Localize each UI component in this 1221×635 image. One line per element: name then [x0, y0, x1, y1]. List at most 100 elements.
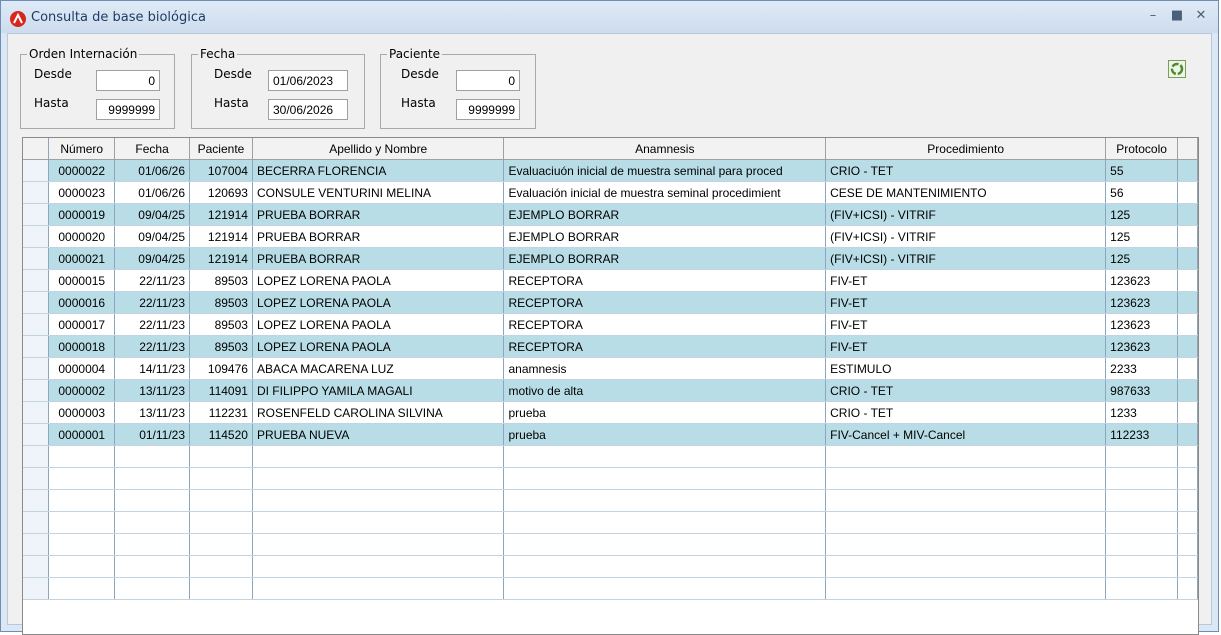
table-row[interactable]: 0000004 14/11/23 109476 ABACA MACARENA LUZ a… [23, 357, 1198, 380]
row-selector[interactable] [23, 225, 50, 248]
col-paciente[interactable]: Paciente [189, 138, 253, 160]
empty-cell [114, 467, 191, 490]
row-selector[interactable] [23, 577, 50, 600]
table-cell: PRUEBA BORRAR [252, 203, 505, 226]
results-grid[interactable]: Número Fecha Paciente Apellido y Nombre … [22, 137, 1199, 635]
row-selector[interactable] [23, 533, 50, 556]
orden-hasta-input[interactable] [96, 99, 160, 120]
refresh-button[interactable] [1168, 60, 1186, 78]
row-selector[interactable] [23, 291, 50, 314]
close-button[interactable]: ✕ [1189, 5, 1213, 27]
row-selector[interactable] [23, 159, 50, 182]
table-cell: 0000016 [48, 291, 116, 314]
table-row[interactable]: 0000002 13/11/23 114091 DI FILIPPO YAMILA M… [23, 379, 1198, 402]
col-numero[interactable]: Número [48, 138, 116, 160]
table-cell: EJEMPLO BORRAR [503, 225, 827, 248]
row-selector[interactable] [23, 401, 50, 424]
table-cell: ROSENFELD CAROLINA SILVINA [252, 401, 505, 424]
table-row[interactable]: 0000015 22/11/23 89503 LOPEZ LORENA PAOLA RE… [23, 269, 1198, 292]
minimize-button[interactable]: – [1141, 5, 1165, 27]
maximize-button[interactable]: ■ [1165, 5, 1189, 27]
row-selector[interactable] [23, 379, 50, 402]
filler-cell [1177, 313, 1198, 336]
table-row[interactable]: 0000021 09/04/25 121914 PRUEBA BORRAR EJEMPL… [23, 247, 1198, 270]
title-bar[interactable]: Consulta de base biológica – ■ ✕ [1, 1, 1218, 33]
table-cell: FIV-Cancel + MIV-Cancel [825, 423, 1107, 446]
table-row[interactable]: 0000023 01/06/26 120693 CONSULE VENTURINI … [23, 181, 1198, 204]
empty-cell [1105, 533, 1179, 556]
row-selector[interactable] [23, 313, 50, 336]
empty-row[interactable] [23, 555, 1198, 578]
paciente-desde-input[interactable] [456, 70, 520, 91]
row-selector[interactable] [23, 467, 50, 490]
table-row[interactable]: 0000003 13/11/23 112231 ROSENFELD CAROLINA … [23, 401, 1198, 424]
empty-row[interactable] [23, 577, 1198, 600]
main-window: Consulta de base biológica – ■ ✕ Orden I… [0, 0, 1219, 635]
empty-row[interactable] [23, 489, 1198, 512]
table-cell: 0000004 [48, 357, 116, 380]
empty-row[interactable] [23, 445, 1198, 468]
refresh-icon [1170, 62, 1184, 76]
table-cell: 09/04/25 [114, 225, 191, 248]
row-selector[interactable] [23, 423, 50, 446]
table-row[interactable]: 0000001 01/11/23 114520 PRUEBA NUEVA prueba F… [23, 423, 1198, 446]
row-selector[interactable] [23, 445, 50, 468]
filler-cell [1177, 379, 1198, 402]
empty-row[interactable] [23, 511, 1198, 534]
fecha-hasta-input[interactable] [268, 99, 348, 120]
filler-cell [1177, 181, 1198, 204]
empty-cell [48, 445, 116, 468]
orden-desde-input[interactable] [96, 70, 160, 91]
empty-row[interactable] [23, 533, 1198, 556]
row-selector[interactable] [23, 357, 50, 380]
table-cell: FIV-ET [825, 269, 1107, 292]
filler-cell [1177, 357, 1198, 380]
row-selector[interactable] [23, 181, 50, 204]
table-row[interactable]: 0000017 22/11/23 89503 LOPEZ LORENA PAOLA RE… [23, 313, 1198, 336]
table-row[interactable]: 0000022 01/06/26 107004 BECERRA FLORENCIA E… [23, 159, 1198, 182]
row-selector[interactable] [23, 489, 50, 512]
table-row[interactable]: 0000020 09/04/25 121914 PRUEBA BORRAR EJEMPL… [23, 225, 1198, 248]
empty-cell [1177, 467, 1198, 490]
table-cell: LOPEZ LORENA PAOLA [252, 269, 505, 292]
row-selector[interactable] [23, 555, 50, 578]
empty-cell [189, 511, 253, 534]
table-cell: Evaluación inicial de muestra seminal pr… [503, 181, 827, 204]
empty-cell [48, 533, 116, 556]
fecha-hasta-label: Hasta [214, 96, 249, 110]
empty-cell [252, 467, 505, 490]
table-cell: 0000001 [48, 423, 116, 446]
table-cell: (FIV+ICSI) - VITRIF [825, 247, 1107, 270]
col-fecha[interactable]: Fecha [114, 138, 191, 160]
filler-cell [1177, 269, 1198, 292]
paciente-hasta-input[interactable] [456, 99, 520, 120]
fecha-desde-input[interactable] [268, 70, 348, 91]
empty-cell [1105, 511, 1179, 534]
col-procedimiento[interactable]: Procedimiento [825, 138, 1107, 160]
row-selector[interactable] [23, 511, 50, 534]
table-cell: FIV-ET [825, 291, 1107, 314]
table-cell: CRIO - TET [825, 379, 1107, 402]
row-selector[interactable] [23, 335, 50, 358]
table-cell: 1233 [1105, 401, 1179, 424]
row-selector[interactable] [23, 269, 50, 292]
col-anamnesis[interactable]: Anamnesis [503, 138, 827, 160]
table-cell: PRUEBA NUEVA [252, 423, 505, 446]
empty-cell [114, 577, 191, 600]
row-selector[interactable] [23, 203, 50, 226]
table-row[interactable]: 0000018 22/11/23 89503 LOPEZ LORENA PAOLA RE… [23, 335, 1198, 358]
empty-cell [189, 489, 253, 512]
table-row[interactable]: 0000016 22/11/23 89503 LOPEZ LORENA PAOLA RE… [23, 291, 1198, 314]
table-cell: EJEMPLO BORRAR [503, 247, 827, 270]
empty-cell [252, 511, 505, 534]
table-cell: 123623 [1105, 335, 1179, 358]
col-protocolo[interactable]: Protocolo [1105, 138, 1179, 160]
empty-row[interactable] [23, 467, 1198, 490]
empty-cell [825, 467, 1107, 490]
table-row[interactable]: 0000019 09/04/25 121914 PRUEBA BORRAR EJEMPL… [23, 203, 1198, 226]
row-selector[interactable] [23, 247, 50, 270]
col-apellido-nombre[interactable]: Apellido y Nombre [252, 138, 505, 160]
table-cell: 121914 [189, 203, 253, 226]
empty-cell [114, 533, 191, 556]
table-cell: 0000019 [48, 203, 116, 226]
